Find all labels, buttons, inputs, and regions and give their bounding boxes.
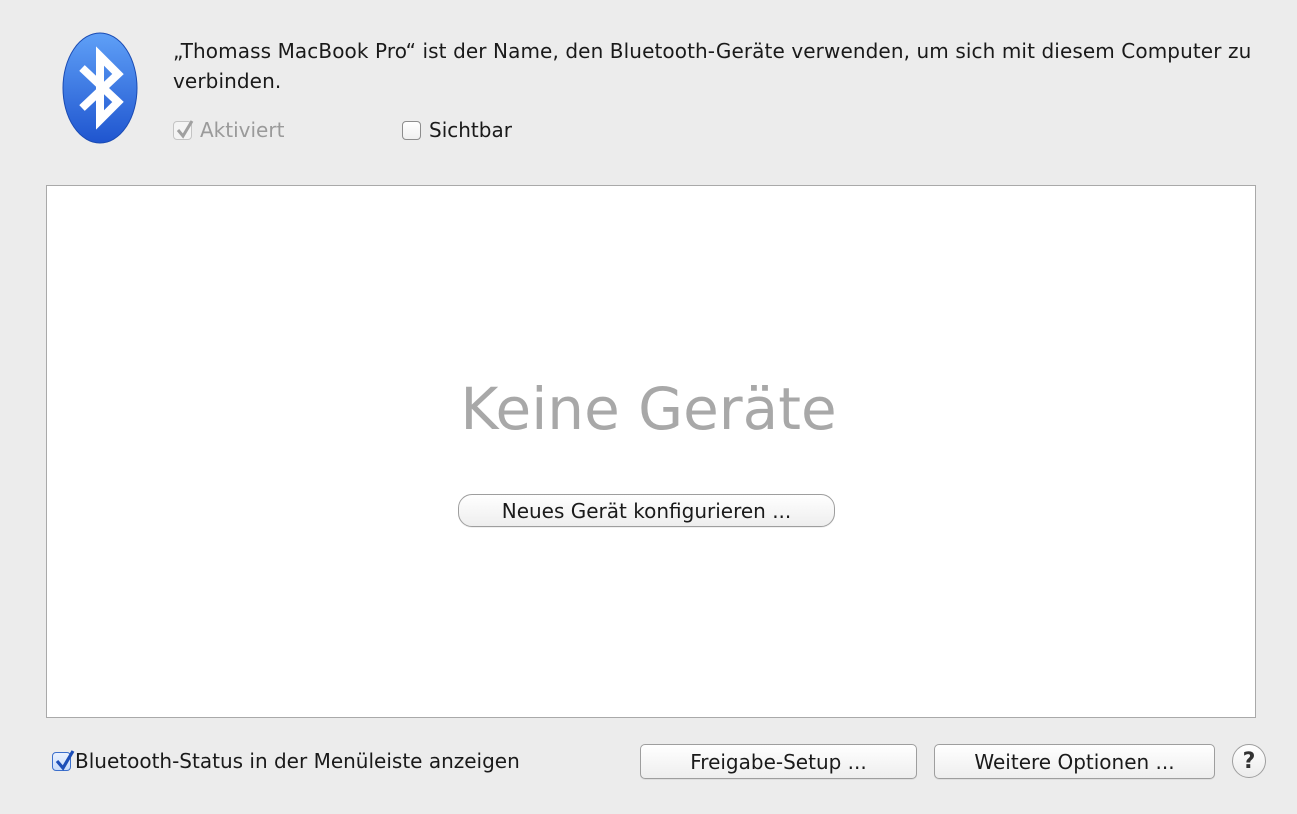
device-list[interactable] — [46, 185, 1256, 718]
sichtbar-checkbox-box[interactable] — [402, 120, 421, 140]
checkmark-icon — [55, 749, 75, 771]
new-device-button[interactable]: Neues Gerät konfigurieren ... — [458, 494, 835, 527]
sichtbar-checkbox[interactable]: Sichtbar — [402, 114, 512, 146]
help-button[interactable]: ? — [1232, 744, 1266, 778]
status-label: Bluetooth-Status in der Menüleiste anzei… — [75, 749, 520, 773]
empty-list-message: Keine Geräte — [460, 375, 837, 443]
bluetooth-icon — [62, 32, 138, 144]
more-options-button[interactable]: Weitere Optionen ... — [934, 744, 1215, 779]
aktiviert-checkbox: Aktiviert — [173, 114, 284, 146]
checkmark-icon — [176, 119, 194, 139]
sichtbar-label: Sichtbar — [429, 118, 512, 142]
status-checkbox-box[interactable] — [52, 749, 75, 771]
show-status-in-menubar-checkbox[interactable]: Bluetooth-Status in der Menüleiste anzei… — [52, 745, 520, 777]
bluetooth-name-description: „Thomass MacBook Pro“ ist der Name, den … — [173, 39, 1252, 93]
aktiviert-label: Aktiviert — [200, 118, 285, 142]
sharing-setup-button[interactable]: Freigabe-Setup ... — [640, 744, 917, 779]
aktiviert-checkbox-box — [173, 119, 194, 140]
